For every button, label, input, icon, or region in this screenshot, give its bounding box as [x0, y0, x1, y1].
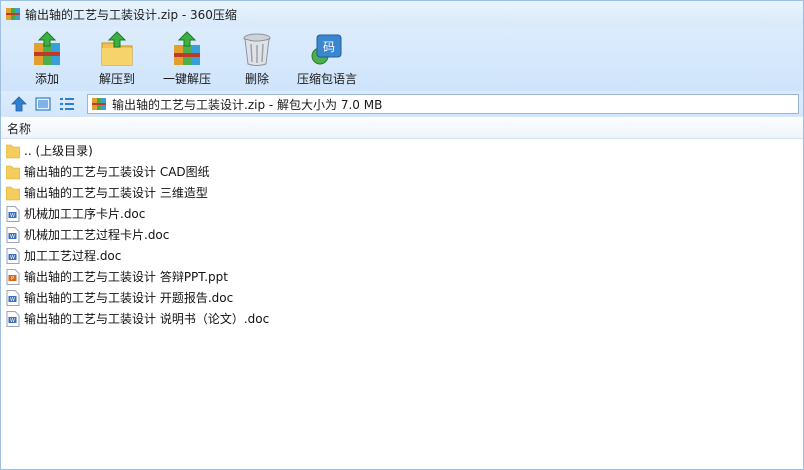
column-header: 名称: [1, 119, 803, 139]
arrow-up-icon: [11, 96, 27, 112]
add-button[interactable]: 添加: [13, 27, 81, 89]
powerpoint-document-icon: P: [6, 268, 20, 285]
navigation-bar: 输出轴的工艺与工装设计.zip - 解包大小为 7.0 MB: [1, 91, 803, 117]
list-item-parent-dir[interactable]: .. (上级目录): [1, 140, 803, 161]
file-name: 机械加工工艺过程卡片.doc: [24, 228, 170, 242]
file-name: 输出轴的工艺与工装设计 CAD图纸: [24, 165, 210, 179]
folder-icon: [6, 186, 20, 200]
extract-to-icon: [101, 31, 133, 66]
extract-to-button-label: 解压到: [98, 72, 135, 86]
word-document-icon: W: [6, 289, 20, 306]
trash-can-icon: [243, 33, 271, 66]
delete-button-label: 删除: [244, 72, 269, 86]
add-button-label: 添加: [34, 72, 59, 86]
list-item-cad-folder[interactable]: 输出轴的工艺与工装设计 CAD图纸: [1, 161, 803, 182]
extract-to-button[interactable]: 解压到: [83, 27, 151, 89]
word-document-icon: W: [6, 205, 20, 222]
svg-text:W: W: [10, 255, 15, 261]
svg-text:W: W: [10, 297, 15, 303]
list-item-doc[interactable]: W 输出轴的工艺与工装设计 说明书（论文）.doc: [1, 308, 803, 329]
list-item-doc[interactable]: W 加工工艺过程.doc: [1, 245, 803, 266]
svg-text:W: W: [10, 213, 15, 219]
column-header-name[interactable]: 名称: [7, 120, 31, 137]
word-document-icon: W: [6, 226, 20, 243]
file-name: 输出轴的工艺与工装设计 三维造型: [24, 186, 208, 200]
one-click-extract-button[interactable]: 一键解压: [153, 27, 221, 89]
thumbnail-view-icon: [35, 97, 51, 111]
word-document-icon: W: [6, 310, 20, 327]
thumbnail-view-button[interactable]: [33, 94, 53, 114]
zip-file-icon: [92, 98, 106, 110]
archive-language-button-label: 压缩包语言: [296, 72, 357, 86]
list-item-doc[interactable]: W 机械加工工序卡片.doc: [1, 203, 803, 224]
one-click-extract-icon: [174, 31, 200, 65]
svg-text:P: P: [11, 276, 14, 282]
list-view-icon: [60, 98, 74, 110]
word-document-icon: W: [6, 247, 20, 264]
file-name: 机械加工工序卡片.doc: [24, 207, 146, 221]
window-title: 输出轴的工艺与工装设计.zip - 360压缩: [25, 7, 237, 22]
file-name: .. (上级目录): [24, 144, 93, 158]
svg-text:W: W: [10, 234, 15, 240]
path-bar[interactable]: 输出轴的工艺与工装设计.zip - 解包大小为 7.0 MB: [87, 94, 799, 114]
one-click-extract-button-label: 一键解压: [162, 72, 211, 86]
main-toolbar: 添加 解压到 一键解压 删除 码 压缩包语言: [1, 27, 803, 91]
archive-language-icon: 码: [311, 34, 342, 65]
path-text: 输出轴的工艺与工装设计.zip - 解包大小为 7.0 MB: [112, 97, 383, 112]
folder-icon: [6, 165, 20, 179]
svg-text:W: W: [10, 318, 15, 324]
file-name: 输出轴的工艺与工装设计 说明书（论文）.doc: [24, 312, 270, 326]
list-view-button[interactable]: [57, 94, 77, 114]
title-bar[interactable]: 输出轴的工艺与工装设计.zip - 360压缩: [1, 1, 803, 27]
file-name: 加工工艺过程.doc: [24, 249, 122, 263]
file-name: 输出轴的工艺与工装设计 开题报告.doc: [24, 291, 234, 305]
list-item-3d-folder[interactable]: 输出轴的工艺与工装设计 三维造型: [1, 182, 803, 203]
file-name: 输出轴的工艺与工装设计 答辩PPT.ppt: [24, 270, 228, 284]
list-item-doc[interactable]: W 机械加工工艺过程卡片.doc: [1, 224, 803, 245]
list-item-doc[interactable]: W 输出轴的工艺与工装设计 开题报告.doc: [1, 287, 803, 308]
app-window: 输出轴的工艺与工装设计.zip - 360压缩 添加 解压到 一键解压 删除 码…: [0, 0, 804, 470]
archive-language-button[interactable]: 码 压缩包语言: [293, 27, 361, 89]
folder-icon: [6, 144, 20, 158]
add-archive-icon: [34, 31, 60, 65]
archive-app-icon: [6, 8, 20, 20]
up-level-button[interactable]: [9, 94, 29, 114]
delete-button[interactable]: 删除: [223, 27, 291, 89]
svg-text:码: 码: [323, 40, 335, 54]
file-list: .. (上级目录) 输出轴的工艺与工装设计 CAD图纸 输出轴的工艺与工装设计 …: [1, 140, 803, 329]
list-item-ppt[interactable]: P 输出轴的工艺与工装设计 答辩PPT.ppt: [1, 266, 803, 287]
